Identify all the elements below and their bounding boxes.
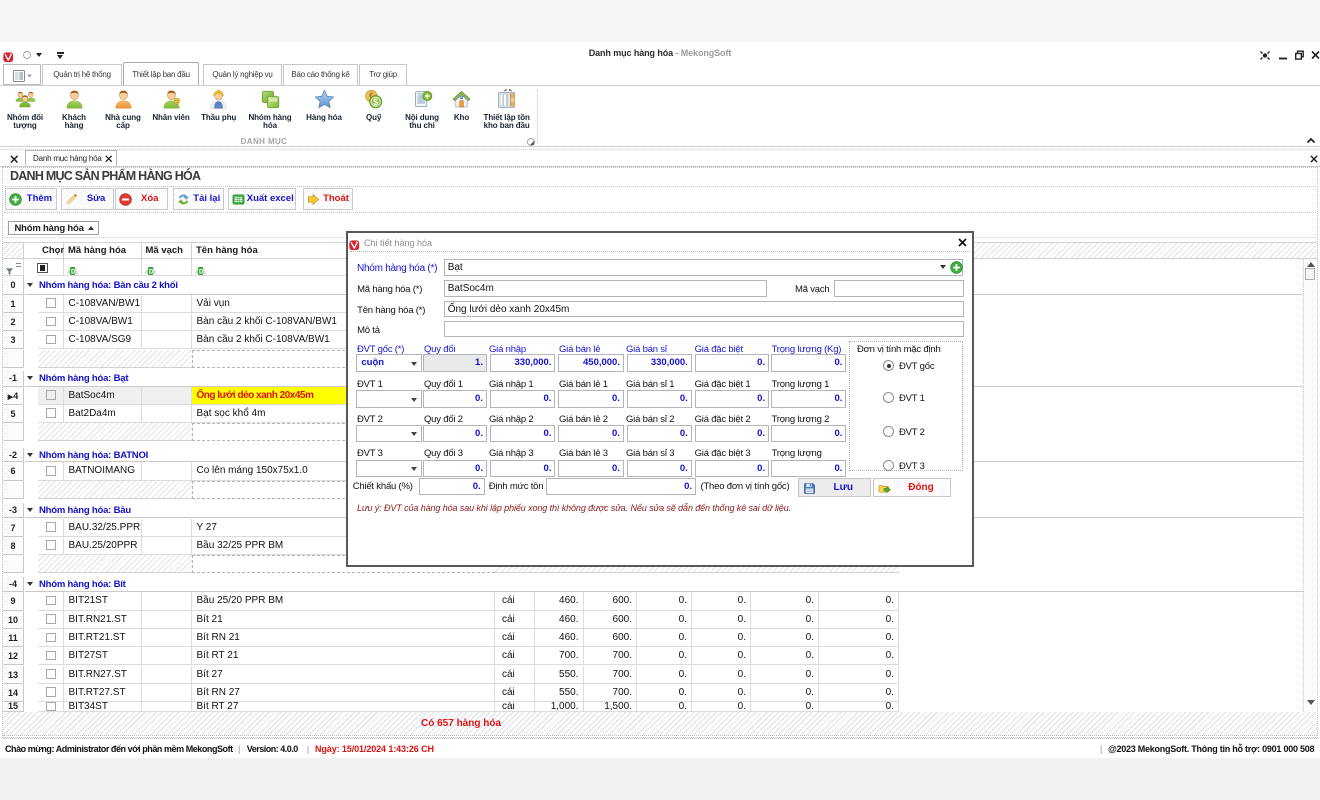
svg-text:$: $ [373, 96, 378, 106]
svg-text:c: c [75, 269, 78, 275]
svg-text:c: c [153, 269, 156, 275]
svg-text:c: c [203, 269, 206, 275]
